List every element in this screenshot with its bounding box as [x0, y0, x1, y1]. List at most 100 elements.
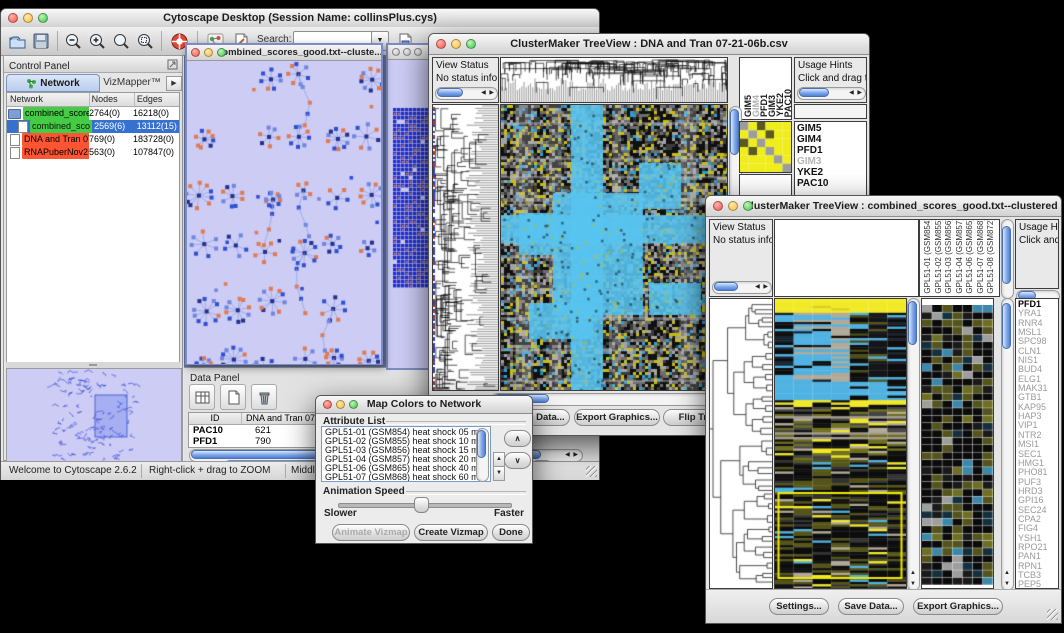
- zoom-heatmap-vscrollbar[interactable]: ▲▼: [1001, 298, 1014, 591]
- open-file-button[interactable]: [5, 29, 29, 53]
- global-heatmap[interactable]: [500, 104, 728, 391]
- scroll-arrows-icon[interactable]: ◀ ▶: [755, 282, 769, 293]
- network-row-selected[interactable]: combined_sco 2569(6) 13112(15): [7, 120, 179, 133]
- gene-list-panel[interactable]: PFD1YRA1RNR4MSL1SPC98CLN1NIS1BUD4ELG1MAK…: [1015, 298, 1059, 589]
- attribute-item[interactable]: GPL51-07 (GSM868) heat shock 60 min: [322, 473, 490, 482]
- close-icon[interactable]: [8, 13, 18, 23]
- close-icon[interactable]: [713, 201, 723, 211]
- column-label[interactable]: GPL51-04 (GSM857): [955, 219, 966, 294]
- main-titlebar[interactable]: Cytoscape Desktop (Session Name: collins…: [1, 9, 599, 28]
- col-header-network[interactable]: Network: [7, 93, 90, 106]
- zoom-window-icon[interactable]: [217, 48, 226, 57]
- row-label[interactable]: YKE2: [795, 167, 866, 178]
- tab-network[interactable]: Network: [6, 74, 100, 92]
- create-vizmap-button[interactable]: Create Vizmap: [414, 524, 488, 541]
- view-status-hscrollbar[interactable]: ◀ ▶: [435, 87, 498, 100]
- zoom-fit-icon[interactable]: [109, 29, 133, 53]
- zoom-heatmap-matrix[interactable]: [739, 121, 792, 173]
- column-label[interactable]: GPL51-08 (GSM872): [986, 219, 997, 294]
- network-row[interactable]: RNAPuberNov2+! 563(0) 107847(0): [7, 146, 179, 159]
- move-up-button[interactable]: ∧: [504, 430, 531, 447]
- close-icon[interactable]: [392, 48, 400, 56]
- global-heatmap-vscrollbar[interactable]: ▲▼: [907, 298, 920, 591]
- row-label[interactable]: GIM3: [795, 156, 866, 167]
- scroll-arrows-icon[interactable]: ▲▼: [910, 568, 917, 590]
- resize-grip[interactable]: [586, 466, 597, 477]
- column-dendrogram-panel[interactable]: [774, 219, 919, 297]
- usage-hints-hscrollbar[interactable]: ◀ ▶: [797, 87, 866, 100]
- overview-canvas[interactable]: [7, 369, 181, 463]
- save-button[interactable]: [29, 29, 53, 53]
- animate-vizmap-button[interactable]: Animate Vizmap: [332, 524, 410, 541]
- usage-hints-title: Usage Hi: [1016, 220, 1058, 233]
- zoom-out-icon[interactable]: [61, 29, 85, 53]
- save-data-button[interactable]: Save Data...: [838, 598, 904, 615]
- network-canvas[interactable]: [187, 61, 381, 364]
- network-overview[interactable]: [6, 368, 182, 464]
- close-icon[interactable]: [191, 48, 200, 57]
- float-panel-icon[interactable]: [167, 59, 178, 70]
- row-label[interactable]: GIM4: [795, 134, 866, 145]
- row-dendrogram-panel[interactable]: [709, 298, 773, 589]
- column-labels-panel[interactable]: GIM5GIM4PFD1GIM3YKE2PAC10: [739, 57, 792, 120]
- resize-grip[interactable]: [1047, 609, 1058, 620]
- column-labels-panel[interactable]: GPL51-01 (GSM854)GPL51-02 (GSM855)GPL51-…: [919, 219, 1000, 297]
- view-status-hscrollbar[interactable]: ◀ ▶: [712, 281, 772, 294]
- window-controls[interactable]: [8, 13, 48, 23]
- speed-slider-thumb[interactable]: [414, 497, 429, 513]
- zoom-window-icon[interactable]: [38, 13, 48, 23]
- minimize-icon[interactable]: [451, 39, 461, 49]
- column-label[interactable]: GPL51-01 (GSM854): [923, 219, 934, 294]
- minimize-icon[interactable]: [23, 13, 33, 23]
- minimize-icon[interactable]: [204, 48, 213, 57]
- row-label[interactable]: GIM5: [795, 123, 866, 134]
- global-heatmap[interactable]: [774, 298, 907, 589]
- new-attribute-icon[interactable]: [220, 384, 246, 410]
- gene-label[interactable]: PEP5: [1016, 580, 1058, 589]
- zoom-window-icon[interactable]: [349, 400, 358, 409]
- network-row[interactable]: combined_scores 2764(0) 16218(0): [7, 107, 179, 120]
- list-down-arrow-icon[interactable]: ▼: [493, 466, 505, 481]
- row-label[interactable]: PAC10: [795, 178, 866, 189]
- column-label[interactable]: GPL51-06 (GSM865): [965, 219, 976, 294]
- attribute-list-vscrollbar[interactable]: [476, 428, 489, 482]
- scroll-arrows-icon[interactable]: ◀ ▶: [565, 450, 579, 461]
- done-button[interactable]: Done: [492, 524, 530, 541]
- minimize-icon[interactable]: [403, 48, 411, 56]
- row-label[interactable]: PFD1: [795, 145, 866, 156]
- scroll-arrows-icon[interactable]: ▲▼: [1004, 568, 1011, 590]
- zoom-window-icon[interactable]: [414, 48, 422, 56]
- scroll-arrows-icon[interactable]: ◀ ▶: [481, 88, 495, 99]
- more-tabs-button[interactable]: ▶: [166, 76, 182, 91]
- tab-vizmapper[interactable]: VizMapper™: [100, 74, 164, 90]
- close-icon[interactable]: [436, 39, 446, 49]
- column-label[interactable]: PAC10: [784, 89, 792, 117]
- column-label[interactable]: GPL51-02 (GSM855): [934, 219, 945, 294]
- minimize-icon[interactable]: [728, 201, 738, 211]
- id-column-header[interactable]: ID: [189, 413, 242, 424]
- column-label[interactable]: GPL51-07 (GSM868): [976, 219, 987, 294]
- select-attributes-icon[interactable]: [189, 384, 215, 410]
- move-down-button[interactable]: ∨: [504, 452, 531, 469]
- zoom-selected-icon[interactable]: [133, 29, 157, 53]
- delete-attribute-trash-icon[interactable]: [251, 384, 277, 410]
- scroll-arrows-icon[interactable]: ◀ ▶: [849, 88, 863, 99]
- export-graphics-button[interactable]: Export Graphics...: [913, 598, 1003, 615]
- settings-button[interactable]: Settings...: [769, 598, 829, 615]
- minimize-icon[interactable]: [336, 400, 345, 409]
- labels-vscrollbar[interactable]: [1001, 219, 1014, 299]
- zoom-in-icon[interactable]: [85, 29, 109, 53]
- dense-network-canvas[interactable]: [392, 106, 430, 290]
- zoom-heatmap[interactable]: [921, 298, 994, 589]
- zoom-window-icon[interactable]: [466, 39, 476, 49]
- zoom-window-icon[interactable]: [743, 201, 753, 211]
- column-label[interactable]: GPL51-03 (GSM856): [944, 219, 955, 294]
- attribute-listbox[interactable]: GPL51-01 (GSM854) heat shock 05 minGPL51…: [321, 426, 491, 482]
- col-header-edges[interactable]: Edges: [135, 93, 179, 106]
- column-dendrogram-panel[interactable]: [500, 57, 728, 103]
- row-dendrogram-panel[interactable]: [432, 104, 499, 391]
- col-header-nodes[interactable]: Nodes: [90, 93, 135, 106]
- close-icon[interactable]: [323, 400, 332, 409]
- network-row[interactable]: DNA and Tran 07 769(0) 183728(0): [7, 133, 179, 146]
- export-graphics-button[interactable]: Export Graphics...: [574, 409, 660, 426]
